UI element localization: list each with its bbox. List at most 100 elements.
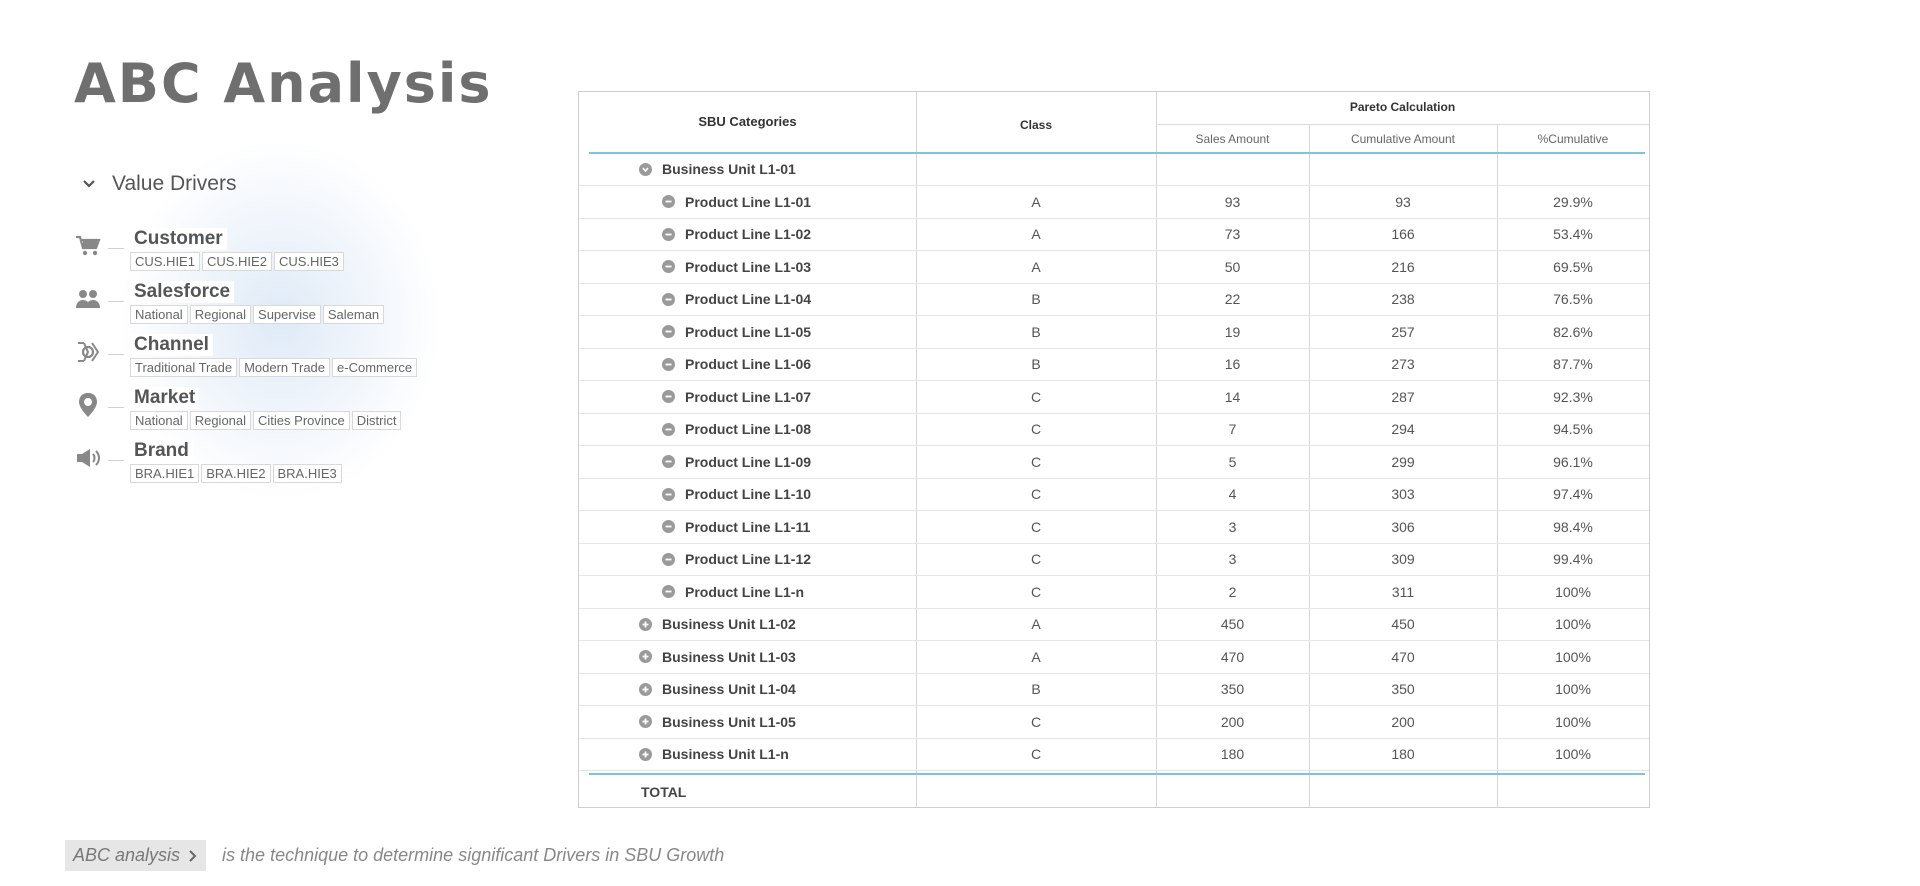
- minus-icon[interactable]: [662, 422, 675, 436]
- business-unit-toggle[interactable]: Business Unit L1-01: [639, 153, 796, 185]
- driver-tag[interactable]: Supervise: [253, 305, 321, 324]
- driver-tag[interactable]: CUS.HIE3: [273, 252, 344, 271]
- collapse-icon[interactable]: [639, 162, 652, 176]
- row-label: Business Unit L1-03: [662, 648, 796, 665]
- cumulative-amount-cell: 306: [1391, 518, 1415, 535]
- pct-cumulative-cell: 53.4%: [1553, 226, 1593, 242]
- page-title: ABC Analysis: [74, 52, 493, 115]
- class-cell: C: [1030, 486, 1042, 502]
- plus-icon[interactable]: [639, 747, 652, 761]
- table-row: Business Unit L1-05 C 200 200 100%: [579, 706, 1649, 739]
- driver-name[interactable]: Salesforce: [130, 281, 235, 303]
- header-cumulative-amount: Cumulative Amount: [1350, 132, 1456, 146]
- pct-cumulative-cell: 100%: [1555, 583, 1591, 600]
- driver-name[interactable]: Customer: [130, 228, 227, 250]
- location-pin-icon: [74, 391, 102, 419]
- row-label: Product Line L1-04: [685, 291, 812, 307]
- business-unit-toggle[interactable]: Business Unit L1-05: [639, 706, 796, 738]
- class-cell: C: [1030, 453, 1042, 470]
- minus-icon[interactable]: [662, 195, 675, 208]
- pct-cumulative-cell: 100%: [1555, 746, 1591, 762]
- class-cell: B: [1031, 681, 1041, 697]
- product-line-item[interactable]: Product Line L1-05: [662, 316, 811, 348]
- row-label: Product Line L1-05: [685, 323, 812, 340]
- driver-tag[interactable]: BRA.HIE2: [201, 464, 271, 483]
- pct-cumulative-cell: 98.4%: [1553, 518, 1593, 535]
- driver-tag[interactable]: Cities Province: [253, 411, 350, 430]
- driver-name[interactable]: Brand: [130, 440, 193, 462]
- chevron-right-icon: [189, 849, 197, 862]
- business-unit-toggle[interactable]: Business Unit L1-02: [639, 608, 796, 640]
- row-label: Product Line L1-03: [685, 258, 812, 275]
- header-sales-amount: Sales Amount: [1195, 132, 1270, 146]
- cumulative-amount-cell: 303: [1391, 486, 1415, 502]
- class-cell: B: [1031, 356, 1041, 372]
- sales-amount-cell: 180: [1220, 746, 1245, 762]
- driver-tag[interactable]: CUS.HIE1: [130, 252, 200, 271]
- class-cell: C: [1030, 518, 1042, 535]
- product-line-item[interactable]: Product Line L1-n: [662, 576, 804, 608]
- minus-icon[interactable]: [662, 292, 675, 306]
- business-unit-toggle[interactable]: Business Unit L1-03: [639, 641, 796, 673]
- class-cell: C: [1030, 388, 1042, 405]
- driver-tag[interactable]: CUS.HIE2: [201, 252, 272, 271]
- minus-icon[interactable]: [662, 260, 675, 273]
- footer-description: is the technique to determine significan…: [222, 845, 725, 865]
- cumulative-amount-cell: 470: [1391, 648, 1415, 665]
- driver-tag[interactable]: Traditional Trade: [130, 358, 238, 377]
- product-line-item[interactable]: Product Line L1-03: [662, 251, 811, 283]
- product-line-item[interactable]: Product Line L1-12: [662, 543, 811, 575]
- table-row: Product Line L1-03 A 50 216 69.5%: [579, 251, 1649, 284]
- value-drivers-toggle[interactable]: Value Drivers: [80, 172, 236, 196]
- minus-icon[interactable]: [662, 227, 675, 241]
- product-line-item[interactable]: Product Line L1-02: [662, 218, 811, 250]
- driver-tag[interactable]: District: [351, 411, 402, 430]
- driver-tag[interactable]: Modern Trade: [239, 358, 331, 377]
- product-line-item[interactable]: Product Line L1-10: [662, 478, 811, 510]
- sales-amount-cell: 450: [1220, 616, 1245, 632]
- cumulative-amount-cell: 294: [1391, 421, 1415, 437]
- business-unit-toggle[interactable]: Business Unit L1-04: [639, 673, 796, 705]
- minus-icon[interactable]: [662, 325, 675, 338]
- abc-analysis-pill[interactable]: ABC analysis: [65, 840, 207, 871]
- product-line-item[interactable]: Product Line L1-07: [662, 381, 811, 413]
- plus-icon[interactable]: [639, 617, 652, 631]
- minus-icon[interactable]: [662, 585, 675, 598]
- product-line-item[interactable]: Product Line L1-08: [662, 413, 811, 445]
- driver-tag[interactable]: BRA.HIE1: [130, 464, 200, 483]
- driver-tags: National Regional Cities Province District: [130, 411, 403, 430]
- driver-tags: BRA.HIE1 BRA.HIE2 BRA.HIE3: [130, 464, 344, 483]
- connector-line: [108, 301, 124, 302]
- plus-icon[interactable]: [639, 682, 652, 696]
- product-line-item[interactable]: Product Line L1-06: [662, 348, 811, 380]
- product-line-item[interactable]: Product Line L1-01: [662, 186, 811, 218]
- product-line-item[interactable]: Product Line L1-09: [662, 446, 811, 478]
- driver-name[interactable]: Channel: [130, 334, 213, 356]
- minus-icon[interactable]: [662, 552, 675, 566]
- pct-cumulative-cell: 69.5%: [1553, 258, 1593, 275]
- cumulative-amount-cell: 309: [1391, 551, 1415, 567]
- driver-tag[interactable]: Regional: [189, 411, 252, 430]
- product-line-item[interactable]: Product Line L1-04: [662, 283, 811, 315]
- minus-icon[interactable]: [662, 455, 675, 468]
- minus-icon[interactable]: [662, 520, 675, 533]
- driver-tag[interactable]: National: [130, 411, 188, 430]
- driver-tag[interactable]: Regional: [189, 305, 252, 324]
- driver-tag[interactable]: BRA.HIE3: [272, 464, 342, 483]
- driver-tag[interactable]: Saleman: [322, 305, 385, 324]
- plus-icon[interactable]: [639, 650, 652, 663]
- minus-icon[interactable]: [662, 357, 675, 371]
- cumulative-amount-cell: 350: [1391, 681, 1415, 697]
- driver-tag[interactable]: e-Commerce: [332, 358, 418, 377]
- table-row: Product Line L1-07 C 14 287 92.3%: [579, 381, 1649, 414]
- minus-icon[interactable]: [662, 487, 675, 501]
- plus-icon[interactable]: [639, 715, 652, 728]
- pct-cumulative-cell: 87.7%: [1553, 356, 1593, 372]
- driver-name[interactable]: Market: [130, 387, 200, 409]
- product-line-item[interactable]: Product Line L1-11: [662, 511, 810, 543]
- pct-cumulative-cell: 99.4%: [1553, 551, 1593, 567]
- minus-icon[interactable]: [662, 390, 675, 403]
- class-cell: A: [1031, 648, 1041, 665]
- driver-tag[interactable]: National: [130, 305, 188, 324]
- business-unit-toggle[interactable]: Business Unit L1-n: [639, 738, 789, 770]
